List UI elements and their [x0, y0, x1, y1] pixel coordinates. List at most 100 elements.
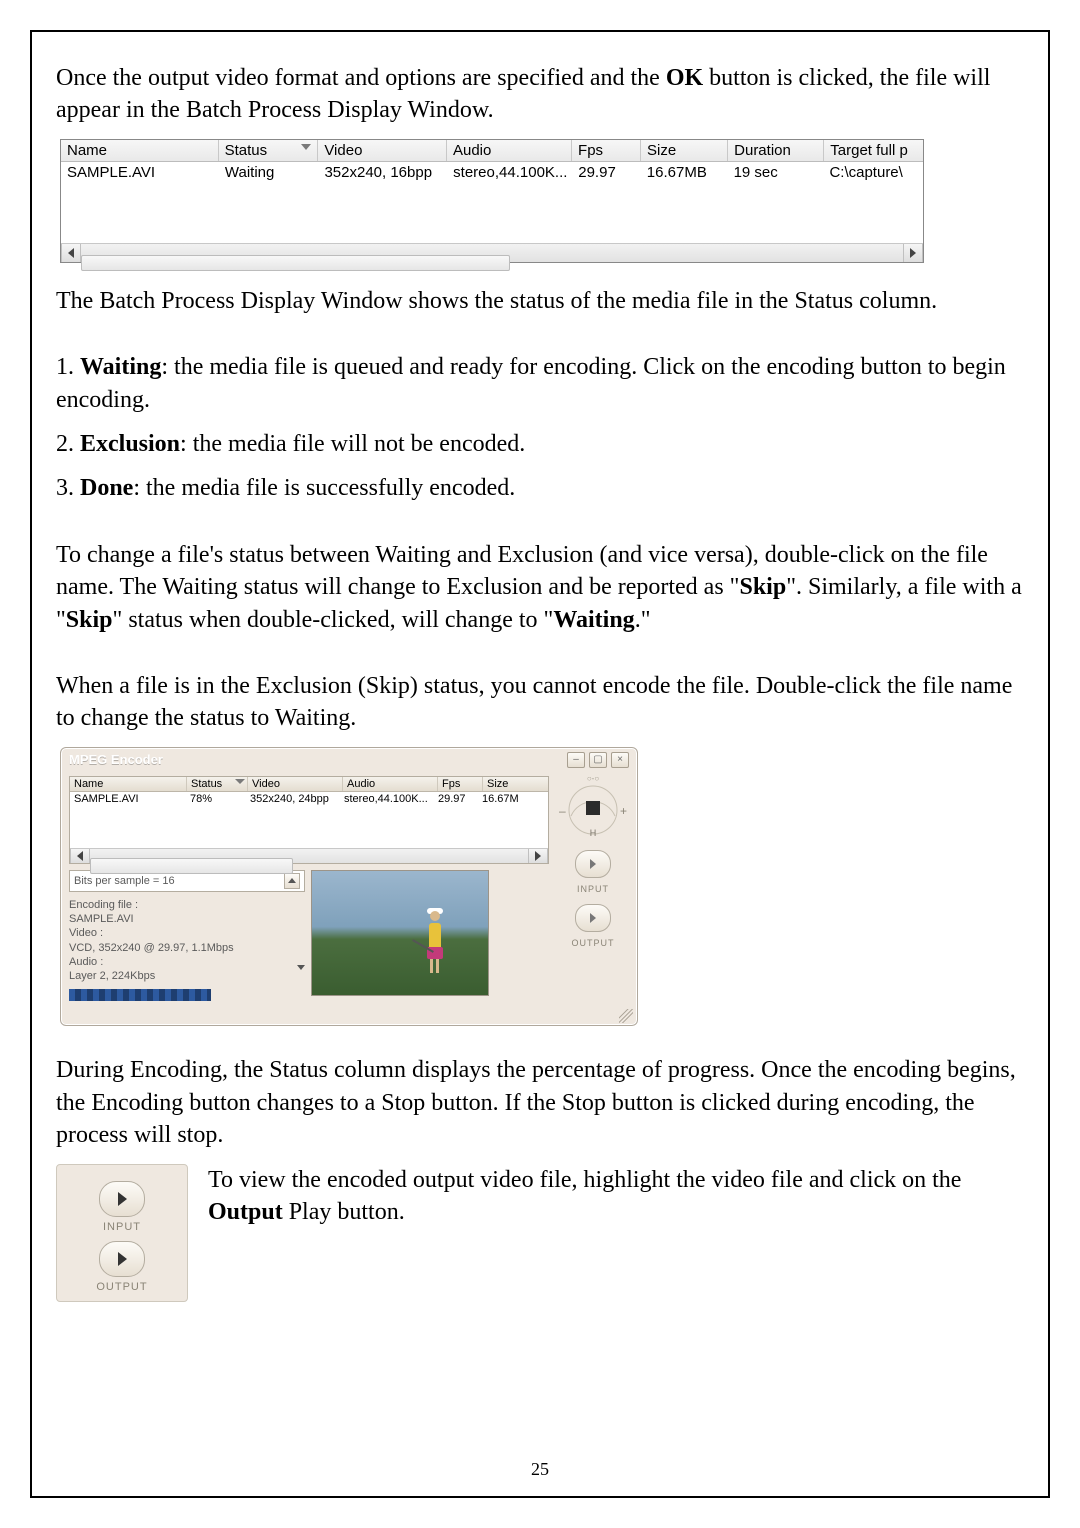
video-preview [311, 870, 489, 996]
minus-icon: – [559, 804, 566, 818]
text: To view the encoded output video file, h… [208, 1167, 961, 1193]
input-play-button[interactable] [99, 1181, 145, 1217]
col-target[interactable]: Target full p [824, 140, 923, 161]
term: Waiting [80, 354, 161, 380]
preview-figure-icon [421, 905, 449, 975]
maximize-button[interactable]: ▢ [589, 752, 607, 768]
scroll-left-button[interactable] [61, 244, 81, 262]
cell-audio: stereo,44.100K... [447, 162, 572, 183]
window-title: MPEG Encoder [69, 752, 567, 767]
text: ." [635, 607, 651, 633]
maximize-icon: ▢ [593, 754, 602, 765]
col-size[interactable]: Size [641, 140, 728, 161]
paragraph-encoding-progress: During Encoding, the Status column displ… [56, 1054, 1024, 1151]
horizontal-scrollbar[interactable] [70, 848, 548, 863]
list-item-exclusion: 2. Exclusion: the media file will not be… [56, 428, 1024, 460]
output-play-button[interactable] [99, 1241, 145, 1277]
scroll-up-button[interactable] [284, 873, 300, 889]
number: 3. [56, 475, 80, 501]
window-resize-grip[interactable] [61, 1009, 637, 1025]
input-play-button[interactable] [575, 850, 611, 878]
screenshot-batch-list: Name Status Video Audio Fps Size Duratio… [60, 139, 924, 263]
col-video[interactable]: Video [248, 777, 343, 791]
batch-header-row: Name Status Video Audio Fps Size Duratio… [61, 140, 923, 162]
close-icon: × [617, 754, 623, 765]
dial-label: H [561, 828, 625, 838]
text: " status when double-clicked, will chang… [113, 607, 554, 633]
page-number: 25 [32, 1459, 1048, 1480]
info-line: Layer 2, 224Kbps [69, 969, 155, 983]
minimize-icon: – [573, 754, 579, 765]
cell-status: 78% [186, 792, 246, 806]
encoding-progress-bar [69, 989, 211, 1001]
col-status-label: Status [225, 142, 268, 159]
col-status[interactable]: Status [187, 777, 248, 791]
cell-name: SAMPLE.AVI [70, 792, 186, 806]
play-icon [590, 859, 596, 869]
col-size[interactable]: Size [483, 777, 537, 791]
chevron-down-icon [297, 965, 305, 982]
info-line: Audio : [69, 955, 305, 969]
bold-skip: Skip [739, 574, 786, 600]
close-button[interactable]: × [611, 752, 629, 768]
scroll-right-button[interactable] [903, 244, 923, 262]
window-titlebar: MPEG Encoder – ▢ × [61, 748, 637, 770]
list-item-done: 3. Done: the media file is successfully … [56, 472, 1024, 504]
output-play-button[interactable] [575, 904, 611, 932]
sort-descending-icon[interactable] [235, 779, 245, 784]
col-video[interactable]: Video [318, 140, 447, 161]
col-fps[interactable]: Fps [572, 140, 641, 161]
cell-fps: 29.97 [572, 162, 641, 183]
encoder-row[interactable]: SAMPLE.AVI 78% 352x240, 24bpp stereo,44.… [70, 792, 548, 806]
col-duration[interactable]: Duration [728, 140, 824, 161]
chevron-right-icon [910, 248, 916, 258]
bits-label: Bits per sample = 16 [74, 875, 175, 887]
cell-fps: 29.97 [434, 792, 478, 806]
col-name[interactable]: Name [61, 140, 219, 161]
horizontal-scrollbar[interactable] [61, 243, 923, 262]
dial-marker-icon: ○-○ [561, 774, 625, 783]
minimize-button[interactable]: – [567, 752, 585, 768]
text: Once the output video format and options… [56, 65, 666, 91]
batch-empty-area [61, 183, 923, 243]
bold-waiting: Waiting [553, 607, 634, 633]
resize-grip-icon [619, 1009, 633, 1023]
col-audio[interactable]: Audio [447, 140, 572, 161]
chevron-left-icon [77, 851, 83, 861]
number: 1. [56, 354, 80, 380]
desc: : the media file is successfully encoded… [133, 475, 515, 501]
col-audio[interactable]: Audio [343, 777, 438, 791]
paragraph-skip-note: When a file is in the Exclusion (Skip) s… [56, 670, 1024, 735]
col-fps[interactable]: Fps [438, 777, 483, 791]
scroll-thumb[interactable] [81, 255, 510, 271]
term: Exclusion [80, 431, 180, 457]
bold-skip: Skip [66, 607, 113, 633]
info-line: Encoding file : [69, 898, 305, 912]
input-label: INPUT [577, 884, 609, 894]
scroll-thumb[interactable] [90, 858, 293, 874]
scroll-down-button[interactable] [297, 969, 305, 983]
encoding-info: Bits per sample = 16 Encoding file : SAM… [69, 870, 305, 1002]
stop-dial[interactable]: ○-○ – + H [561, 776, 625, 840]
info-line: SAMPLE.AVI [69, 912, 305, 926]
encoder-list: Name Status Video Audio Fps Size SAMPLE.… [69, 776, 549, 864]
scroll-right-button[interactable] [528, 849, 548, 863]
screenshot-mpeg-encoder: MPEG Encoder – ▢ × Name Status [60, 747, 638, 1027]
info-line: VCD, 352x240 @ 29.97, 1.1Mbps [69, 941, 305, 955]
input-label: INPUT [103, 1221, 141, 1233]
cell-duration: 19 sec [728, 162, 824, 183]
stop-icon [586, 801, 600, 815]
play-icon [118, 1252, 127, 1266]
col-name[interactable]: Name [70, 777, 187, 791]
bold-output: Output [208, 1199, 283, 1225]
paragraph-status-desc: The Batch Process Display Window shows t… [56, 285, 1024, 317]
cell-size: 16.67MB [641, 162, 728, 183]
sort-descending-icon[interactable] [301, 144, 311, 150]
cell-video: 352x240, 24bpp [246, 792, 340, 806]
col-status[interactable]: Status [219, 140, 319, 161]
scroll-left-button[interactable] [70, 849, 90, 863]
col-status-label: Status [191, 778, 222, 790]
batch-row[interactable]: SAMPLE.AVI Waiting 352x240, 16bpp stereo… [61, 162, 923, 183]
bold-ok: OK [666, 65, 703, 91]
play-icon [590, 913, 596, 923]
